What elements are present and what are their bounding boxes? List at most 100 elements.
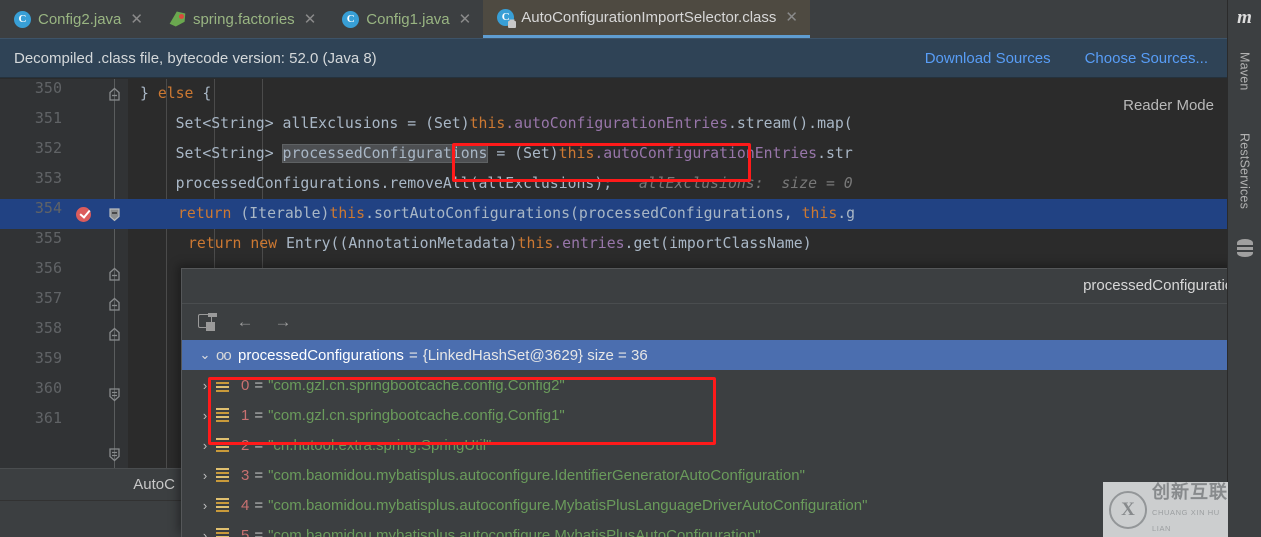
chevron-right-icon[interactable]: › xyxy=(194,498,216,513)
gutter-line: 352 xyxy=(0,139,128,169)
tab-config2-java[interactable]: C Config2.java ✕ xyxy=(0,0,155,38)
chevron-down-icon[interactable]: ⌄ xyxy=(194,347,216,363)
collection-oo-icon: oo xyxy=(216,346,232,364)
variable-name: processedConfigurations xyxy=(238,346,404,364)
gutter-line: 361 xyxy=(0,409,128,439)
equals-sign: = xyxy=(254,526,264,537)
code-token: = (Set) xyxy=(487,145,559,162)
debugger-variable-popup[interactable]: processedConfigurations ← → ⌄ oo process… xyxy=(181,268,1261,537)
line-number: 351 xyxy=(34,109,62,127)
code-token: this xyxy=(517,235,554,252)
item-index: 4 xyxy=(241,496,250,514)
notification-message: Decompiled .class file, bytecode version… xyxy=(14,49,377,67)
back-arrow-icon[interactable]: ← xyxy=(234,311,256,333)
chevron-right-icon[interactable]: › xyxy=(194,438,216,453)
chevron-right-icon[interactable]: › xyxy=(194,378,216,393)
fold-region-open-icon[interactable] xyxy=(107,87,122,102)
code-token: .g xyxy=(837,205,856,222)
code-token: (Iterable) xyxy=(231,205,330,222)
tool-window-restservices[interactable]: RestServices xyxy=(1228,112,1261,230)
tree-row-item[interactable]: › 5 = "com.baomidou.mybatisplus.autoconf… xyxy=(182,520,1261,537)
forward-arrow-icon[interactable]: → xyxy=(272,311,294,333)
right-tool-strip: m Maven RestServices xyxy=(1227,0,1261,537)
tool-window-maven[interactable]: Maven xyxy=(1228,36,1261,106)
reader-mode-label[interactable]: Reader Mode xyxy=(1123,97,1214,114)
chevron-right-icon[interactable]: › xyxy=(194,528,216,537)
fold-region-open-icon[interactable] xyxy=(107,327,122,342)
download-sources-link[interactable]: Download Sources xyxy=(925,50,1051,67)
array-element-icon xyxy=(216,467,234,483)
tab-config1-java[interactable]: C Config1.java ✕ xyxy=(328,0,483,38)
line-number: 358 xyxy=(34,319,62,337)
database-icon[interactable] xyxy=(1228,234,1261,262)
evaluate-expression-icon[interactable] xyxy=(196,311,218,333)
equals-sign: = xyxy=(254,376,264,394)
code-token: .get(importClassName) xyxy=(624,235,812,252)
item-value: "com.baomidou.mybatisplus.autoconfigure.… xyxy=(268,526,761,537)
close-icon[interactable]: ✕ xyxy=(783,10,798,25)
maven-logo-icon[interactable]: m xyxy=(1228,4,1261,32)
code-token: else xyxy=(157,85,194,102)
code-token: return new xyxy=(188,235,278,252)
tree-row-item[interactable]: › 2 = "cn.hutool.extra.spring.SpringUtil… xyxy=(182,430,1261,460)
tree-row-item[interactable]: › 3 = "com.baomidou.mybatisplus.autoconf… xyxy=(182,460,1261,490)
code-token: this xyxy=(558,145,595,162)
array-element-icon xyxy=(216,527,234,537)
tree-row-item[interactable]: › 4 = "com.baomidou.mybatisplus.autoconf… xyxy=(182,490,1261,520)
fold-region-collapsed-icon[interactable] xyxy=(107,387,122,402)
tab-spring-factories[interactable]: spring.factories ✕ xyxy=(155,0,328,38)
choose-sources-link[interactable]: Choose Sources... xyxy=(1085,50,1208,67)
item-index: 0 xyxy=(241,376,250,394)
decompiled-notification-bar: Decompiled .class file, bytecode version… xyxy=(0,38,1228,78)
java-class-icon: C xyxy=(14,10,31,28)
breakpoint-verified-icon[interactable] xyxy=(76,207,91,222)
notification-actions: Download Sources Choose Sources... xyxy=(925,50,1228,67)
code-token: Set<String> xyxy=(140,145,283,162)
line-number: 357 xyxy=(34,289,62,307)
inline-debug-hint: allExclusions: size = 0 xyxy=(612,175,853,192)
item-value: "com.baomidou.mybatisplus.autoconfigure.… xyxy=(268,496,868,514)
tab-autoconfigurationimportselector-class[interactable]: C AutoConfigurationImportSelector.class … xyxy=(483,0,810,38)
close-icon[interactable]: ✕ xyxy=(302,12,317,27)
item-index: 2 xyxy=(241,436,250,454)
watermark-chinese-text: 创新互联 xyxy=(1152,481,1228,502)
tree-row-item[interactable]: › 1 = "com.gzl.cn.springbootcache.config… xyxy=(182,400,1261,430)
code-token: .stream().map( xyxy=(727,115,853,132)
code-line-353: processedConfigurations.removeAll(allExc… xyxy=(128,169,1228,199)
breadcrumb[interactable]: AutoC xyxy=(0,468,181,500)
line-number: 361 xyxy=(34,409,62,427)
chevron-right-icon[interactable]: › xyxy=(194,468,216,483)
fold-region-end-icon[interactable] xyxy=(107,207,122,222)
code-line-354-current: return (Iterable)this.sortAutoConfigurat… xyxy=(128,199,1228,229)
tree-row-root[interactable]: ⌄ oo processedConfigurations = {LinkedHa… xyxy=(182,340,1261,370)
code-line-355: return new Entry((AnnotationMetadata)thi… xyxy=(128,229,1228,259)
watermark-logo-icon: X xyxy=(1109,490,1147,529)
fold-region-end-icon[interactable] xyxy=(107,447,122,462)
fold-region-open-icon[interactable] xyxy=(107,267,122,282)
item-index: 1 xyxy=(241,406,250,424)
tab-label: Config2.java xyxy=(38,10,122,28)
gutter-line: 353 xyxy=(0,169,128,199)
tab-label: Config1.java xyxy=(366,10,450,28)
chevron-right-icon[interactable]: › xyxy=(194,408,216,423)
breadcrumb-label: AutoC xyxy=(133,476,175,493)
code-token: .entries xyxy=(553,235,625,252)
code-token: this xyxy=(801,205,838,222)
gutter-line: 351 xyxy=(0,109,128,139)
code-token: .autoConfigurationEntries xyxy=(505,115,728,132)
editor-tab-bar: C Config2.java ✕ spring.factories ✕ C Co… xyxy=(0,0,1228,38)
variables-tree[interactable]: ⌄ oo processedConfigurations = {LinkedHa… xyxy=(182,340,1261,537)
code-line-351: Set<String> allExclusions = (Set)this.au… xyxy=(128,109,1228,139)
tree-row-item[interactable]: › 0 = "com.gzl.cn.springbootcache.config… xyxy=(182,370,1261,400)
code-token: return xyxy=(178,205,232,222)
line-number: 359 xyxy=(34,349,62,367)
close-icon[interactable]: ✕ xyxy=(457,12,472,27)
highlighted-variable: processedConfigurations xyxy=(281,144,489,163)
bottom-filler xyxy=(0,500,181,537)
close-icon[interactable]: ✕ xyxy=(128,12,143,27)
code-token: .str xyxy=(817,145,853,162)
fold-region-open-icon[interactable] xyxy=(107,297,122,312)
java-class-icon: C xyxy=(342,10,360,28)
tab-label: spring.factories xyxy=(192,10,295,28)
item-value: "cn.hutool.extra.spring.SpringUtil" xyxy=(268,436,492,454)
